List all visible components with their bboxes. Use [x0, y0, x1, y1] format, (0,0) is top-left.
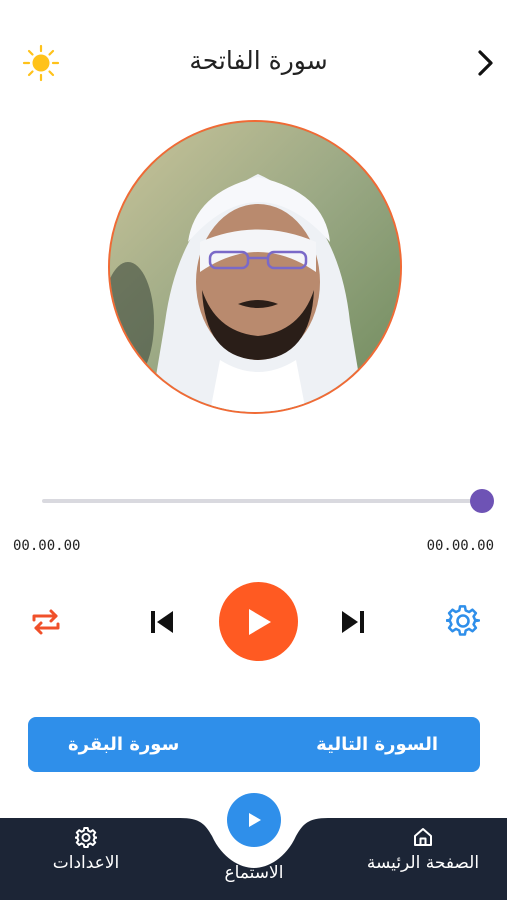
duration-time: 00.00.00 — [426, 538, 494, 554]
next-surah-name: سورة البقرة — [68, 734, 180, 755]
tab-listen[interactable]: الاستماع — [204, 858, 304, 883]
gear-icon — [75, 827, 97, 848]
chevron-right-icon[interactable] — [473, 48, 499, 78]
gear-icon[interactable] — [444, 601, 482, 641]
tab-settings[interactable]: الاعدادات — [32, 826, 140, 873]
page-title: سورة الفاتحة — [189, 46, 328, 75]
repeat-icon[interactable] — [26, 602, 66, 642]
header: سورة الفاتحة — [0, 0, 507, 120]
next-surah-label: السورة التالية — [316, 734, 438, 755]
tab-home-label: الصفحة الرئيسة — [366, 853, 480, 873]
seek-slider[interactable] — [42, 488, 494, 514]
seek-track[interactable] — [42, 499, 482, 503]
tab-home[interactable]: الصفحة الرئيسة — [350, 826, 496, 873]
tab-listen-label: الاستماع — [224, 863, 284, 883]
play-icon — [249, 813, 261, 827]
play-button[interactable] — [219, 582, 298, 661]
skip-next-icon[interactable] — [335, 602, 371, 642]
elapsed-time: 00.00.00 — [13, 538, 81, 554]
reciter-photo — [108, 120, 402, 414]
skip-previous-icon[interactable] — [144, 602, 180, 642]
play-icon — [248, 608, 271, 635]
tab-settings-label: الاعدادات — [52, 853, 120, 873]
home-icon — [414, 828, 432, 846]
listen-play-button[interactable] — [227, 793, 281, 847]
next-surah-button[interactable]: السورة التالية سورة البقرة — [28, 717, 480, 772]
seek-thumb[interactable] — [470, 489, 494, 513]
